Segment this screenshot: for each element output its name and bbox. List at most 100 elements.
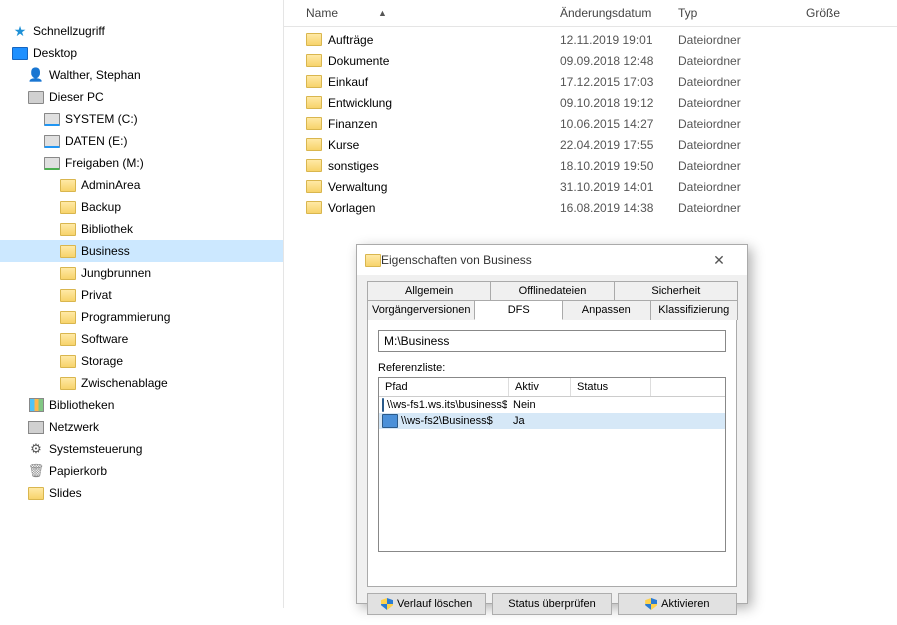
tree-item[interactable]: AdminArea [0,174,283,196]
file-name-cell: Entwicklung [300,95,554,111]
server-icon [382,398,384,412]
tree-item[interactable]: 👤Walther, Stephan [0,64,283,86]
tree-item[interactable]: Slides [0,482,283,504]
dfs-path-input[interactable] [378,330,726,352]
ref-aktiv-cell: Ja [507,415,569,427]
file-name-cell: Finanzen [300,116,554,132]
dialog-titlebar[interactable]: Eigenschaften von Business ✕ [357,245,747,275]
col-header-type[interactable]: Typ [672,0,800,26]
tree-item-label: Netzwerk [49,420,99,434]
tree-item-label: Freigaben (M:) [65,156,144,170]
file-row[interactable]: Entwicklung09.10.2018 19:12Dateiordner [284,92,897,113]
file-row[interactable]: Kurse22.04.2019 17:55Dateiordner [284,134,897,155]
tree-item-label: Privat [81,288,112,302]
file-name-cell: Dokumente [300,53,554,69]
file-type-cell: Dateiordner [672,96,800,110]
ref-list[interactable]: Pfad Aktiv Status \\ws-fs1.ws.its\busine… [378,377,726,552]
tree-item-label: Bibliotheken [49,398,114,412]
file-row[interactable]: Finanzen10.06.2015 14:27Dateiordner [284,113,897,134]
file-row[interactable]: Einkauf17.12.2015 17:03Dateiordner [284,71,897,92]
tree-item[interactable]: DATEN (E:) [0,130,283,152]
tree-item[interactable]: ★Schnellzugriff [0,20,283,42]
ref-col-pfad[interactable]: Pfad [379,378,509,396]
gear-icon: ⚙ [28,441,44,457]
file-list: Aufträge12.11.2019 19:01DateiordnerDokum… [284,27,897,218]
folder-icon [306,158,322,174]
tree-item[interactable]: Freigaben (M:) [0,152,283,174]
tab-row-1: AllgemeinOfflinedateienSicherheit [367,281,737,300]
file-row[interactable]: Verwaltung31.10.2019 14:01Dateiordner [284,176,897,197]
file-name-label: Einkauf [328,75,368,89]
tab[interactable]: Sicherheit [614,281,738,300]
col-header-size[interactable]: Größe [800,0,880,26]
tree-item[interactable]: Software [0,328,283,350]
tree-item[interactable]: Bibliothek [0,218,283,240]
col-size-label: Größe [806,6,840,20]
file-name-label: Aufträge [328,33,373,47]
dialog-title: Eigenschaften von Business [381,253,699,267]
ref-col-aktiv[interactable]: Aktiv [509,378,571,396]
tab[interactable]: Klassifizierung [650,300,739,320]
libraries-icon [28,397,44,413]
file-date-cell: 16.08.2019 14:38 [554,201,672,215]
tab[interactable]: Vorgängerversionen [367,300,475,320]
tree-item[interactable]: Jungbrunnen [0,262,283,284]
pc-icon [28,89,44,105]
tree-item[interactable]: Dieser PC [0,86,283,108]
shield-icon [645,598,657,610]
tree-item[interactable]: Desktop [0,42,283,64]
file-name-label: Kurse [328,138,359,152]
tree-item[interactable]: 🗑Papierkorb [0,460,283,482]
file-row[interactable]: Vorlagen16.08.2019 14:38Dateiordner [284,197,897,218]
file-row[interactable]: Dokumente09.09.2018 12:48Dateiordner [284,50,897,71]
shared-folder-icon [60,221,76,237]
col-header-date[interactable]: Änderungsdatum [554,0,672,26]
col-header-name[interactable]: Name ▲ [300,0,554,26]
folder-icon [306,116,322,132]
clear-history-button[interactable]: Verlauf löschen [367,593,486,615]
close-button[interactable]: ✕ [699,252,739,269]
file-type-cell: Dateiordner [672,33,800,47]
check-status-button[interactable]: Status überprüfen [492,593,611,615]
tree-item[interactable]: Programmierung [0,306,283,328]
folder-icon [306,74,322,90]
folder-icon [60,331,76,347]
tree-item[interactable]: Storage [0,350,283,372]
file-name-label: sonstiges [328,159,379,173]
ref-row[interactable]: \\ws-fs1.ws.its\business$Nein [379,397,725,413]
shield-icon [381,598,393,610]
tree-item-label: Backup [81,200,121,214]
tab[interactable]: Allgemein [367,281,491,300]
ref-col-status[interactable]: Status [571,378,651,396]
shared-folder-icon [60,265,76,281]
tree-item[interactable]: Bibliotheken [0,394,283,416]
tree-item-label: DATEN (E:) [65,134,127,148]
ref-row[interactable]: \\ws-fs2\Business$Ja [379,413,725,429]
tree-item[interactable]: Zwischenablage [0,372,283,394]
tab[interactable]: DFS [474,300,563,320]
tree-item[interactable]: ⚙Systemsteuerung [0,438,283,460]
tree-item[interactable]: SYSTEM (C:) [0,108,283,130]
file-name-cell: Kurse [300,137,554,153]
ref-list-header: Pfad Aktiv Status [379,378,725,397]
tree-item[interactable]: Privat [0,284,283,306]
folder-icon [28,485,44,501]
tree-item[interactable]: Business [0,240,283,262]
tab[interactable]: Anpassen [562,300,651,320]
file-row[interactable]: sonstiges18.10.2019 19:50Dateiordner [284,155,897,176]
file-date-cell: 09.09.2018 12:48 [554,54,672,68]
network-icon [28,419,44,435]
tab[interactable]: Offlinedateien [490,281,614,300]
column-headers: Name ▲ Änderungsdatum Typ Größe [284,0,897,27]
tree-item[interactable]: Netzwerk [0,416,283,438]
tree-item-label: Walther, Stephan [49,68,141,82]
shared-folder-icon [60,243,76,259]
shared-folder-icon [60,309,76,325]
tree-item[interactable]: Backup [0,196,283,218]
file-type-cell: Dateiordner [672,75,800,89]
activate-button[interactable]: Aktivieren [618,593,737,615]
drive-icon [44,111,60,127]
file-row[interactable]: Aufträge12.11.2019 19:01Dateiordner [284,29,897,50]
tree-item-label: Bibliothek [81,222,133,236]
file-date-cell: 31.10.2019 14:01 [554,180,672,194]
